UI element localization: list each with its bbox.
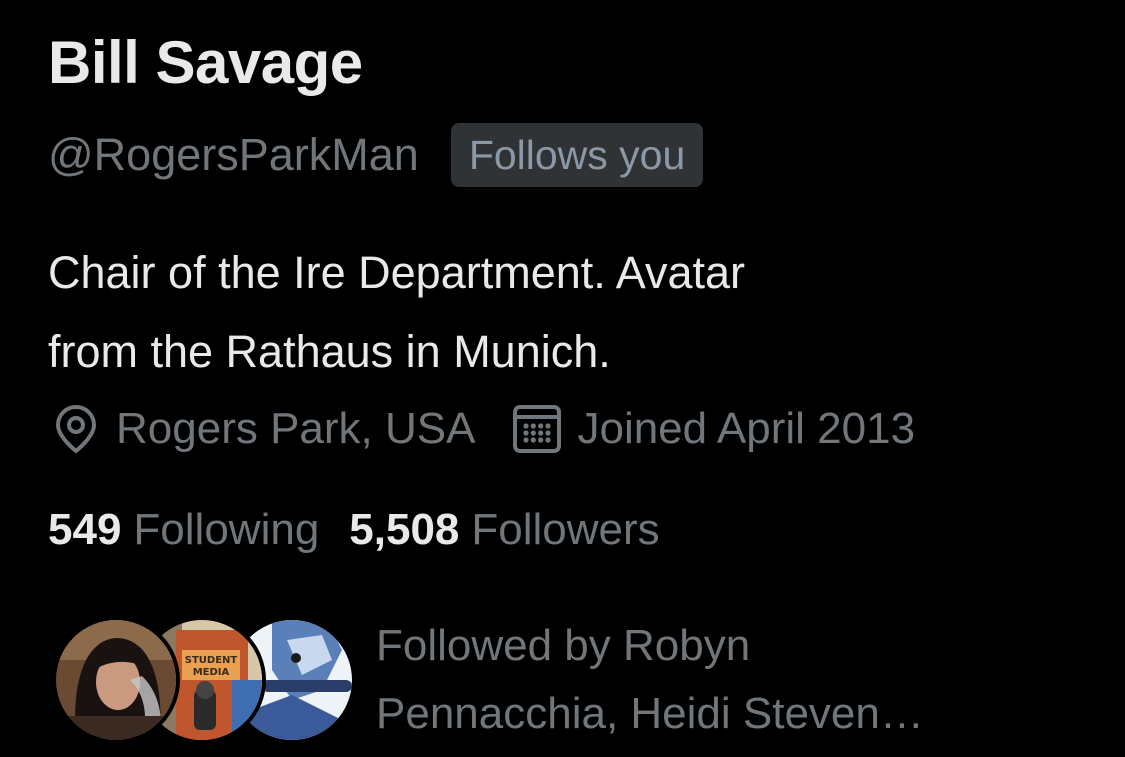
following-count: 549: [48, 505, 122, 554]
bio: Chair of the Ire Department. Avatar from…: [48, 233, 1048, 391]
profile-meta: Rogers Park, USA Joined April 2013: [48, 398, 915, 460]
join-date: Joined April 2013: [509, 401, 915, 457]
bio-line: from the Rathaus in Munich.: [48, 326, 611, 377]
calendar-icon: [509, 401, 565, 457]
following-link[interactable]: 549 Following: [48, 505, 319, 555]
follow-stats: 549 Following 5,508 Followers: [48, 500, 660, 560]
username-handle: @RogersParkMan: [48, 129, 419, 180]
followed-by-text: Followed by Robyn Pennacchia, Heidi Stev…: [376, 612, 1076, 748]
avatar-badge-text-2: MEDIA: [193, 667, 230, 678]
followed-by-avatars: STUDENT MEDIA: [52, 616, 356, 744]
followers-label: Followers: [471, 505, 660, 554]
profile-header: Bill Savage @RogersParkMan Follows you C…: [48, 0, 1108, 757]
display-name: Bill Savage: [48, 29, 363, 96]
followers-count: 5,508: [349, 505, 460, 554]
followed-by-line: Followed by Robyn: [376, 621, 751, 670]
followed-by-section[interactable]: STUDENT MEDIA Followed by Robyn Pennacch…: [48, 612, 1108, 752]
followers-link[interactable]: 5,508 Followers: [349, 505, 659, 555]
followed-by-line: Pennacchia, Heidi Steven…: [376, 689, 924, 738]
avatar: [52, 616, 180, 744]
avatar-badge-text-1: STUDENT: [185, 655, 238, 666]
location: Rogers Park, USA: [48, 401, 475, 457]
following-label: Following: [133, 505, 320, 554]
follows-you-badge: Follows you: [450, 123, 704, 187]
join-date-text: Joined April 2013: [577, 404, 916, 453]
location-pin-icon: [48, 401, 104, 457]
handle-row: @RogersParkMan Follows you: [48, 122, 704, 188]
bio-line: Chair of the Ire Department. Avatar: [48, 247, 746, 298]
location-text: Rogers Park, USA: [116, 404, 476, 453]
